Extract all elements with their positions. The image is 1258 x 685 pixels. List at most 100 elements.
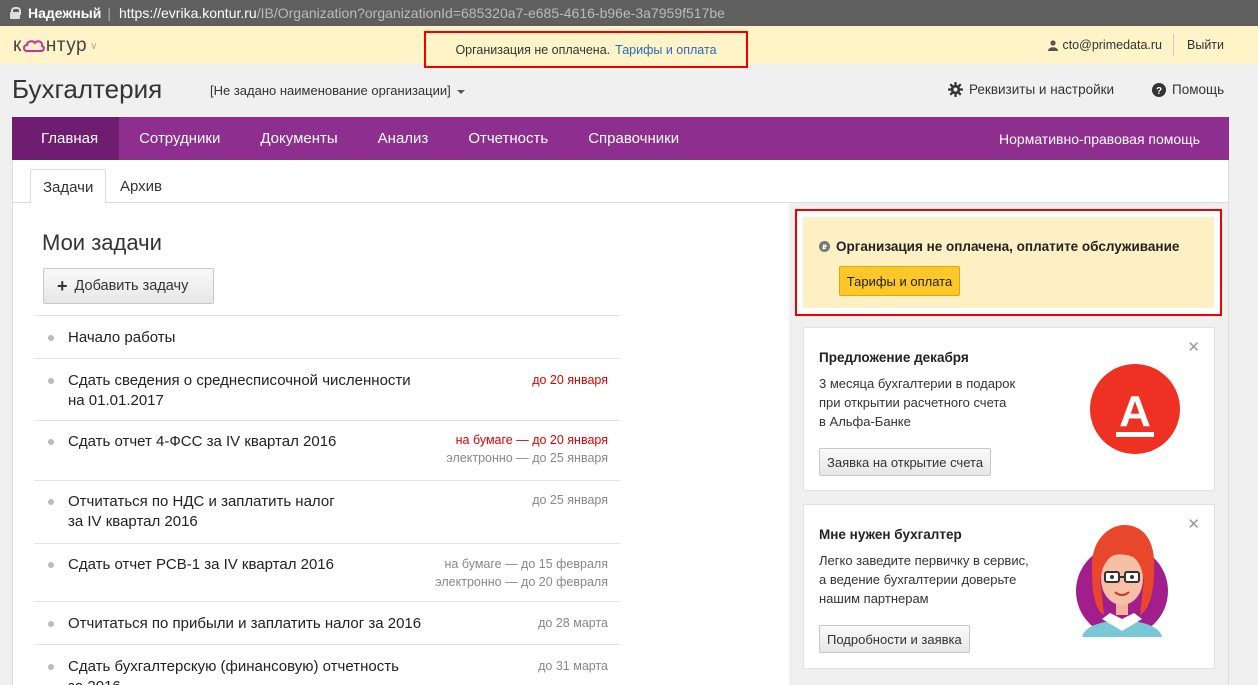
banner-text: Организация не оплачена. [455,42,611,57]
nav-item-references[interactable]: Справочники [568,117,699,160]
caret-down-icon [456,89,465,94]
task-due: до 28 марта [538,614,608,632]
help-label: Помощь [1172,82,1225,97]
bullet-icon [48,499,54,505]
task-item[interactable]: Отчитаться по прибыли и заплатить налог … [34,601,620,644]
task-title[interactable]: Сдать бухгалтерскую (финансовую) отчетно… [68,657,399,677]
chevron-down-icon[interactable]: ∨ [90,41,98,52]
nav-item-legal-help[interactable]: Нормативно-правовая помощь [999,131,1229,147]
logo-suffix: нтур [45,35,88,56]
task-item[interactable]: Сдать сведения о среднесписочной численн… [34,358,620,420]
bullet-icon [48,664,54,670]
task-due: до 25 января [532,491,608,509]
subtabs: Задачи Архив [13,160,1228,204]
settings-link[interactable]: Реквизиты и настройки [948,82,1114,97]
task-deadline: до 25 января [532,493,608,507]
nav-item-reports[interactable]: Отчетность [448,117,568,160]
nav-item-analysis[interactable]: Анализ [358,117,449,160]
task-item[interactable]: Отчитаться по НДС и заплатить налог за I… [34,480,620,543]
promo-title: Мне нужен бухгалтер [819,527,962,542]
logout-link[interactable]: Выйти [1187,38,1224,52]
nav-item-documents[interactable]: Документы [240,117,357,160]
add-task-label: Добавить задачу [74,278,189,294]
task-deadline-electronic: электронно — до 25 января [446,451,608,465]
task-due: до 31 марта [538,657,608,675]
kontur-logo[interactable]: к нтур ∨ [13,35,98,57]
task-deadline-electronic: электронно — до 20 февраля [435,575,608,589]
task-due: на бумаге — до 20 января электронно — до… [446,431,608,467]
task-title[interactable]: Отчитаться по НДС и заплатить налог [68,492,335,512]
payment-banner: Организация не оплачена. Тарифы и оплата [424,31,748,68]
close-icon[interactable]: ✕ [1187,515,1200,533]
promo-card-alfa: Предложение декабря 3 месяца бухгалтерии… [803,327,1215,491]
banner-tariffs-link[interactable]: Тарифы и оплата [615,43,716,57]
top-strip: к нтур ∨ Организация не оплачена. Тарифы… [0,26,1258,68]
tab-tasks[interactable]: Задачи [30,169,107,204]
close-icon[interactable]: ✕ [1187,338,1200,356]
url-path[interactable]: /IB/Organization?organizationId=685320a7… [257,5,725,21]
help-link[interactable]: ? Помощь [1152,82,1224,97]
bullet-icon [48,378,54,384]
open-account-button[interactable]: Заявка на открытие счета [819,448,992,476]
task-title[interactable]: Сдать отчет 4-ФСС за IV квартал 2016 [68,432,336,452]
promo-text-line: а ведение бухгалтерии доверьте [819,572,1017,587]
task-deadline: до 20 января [532,373,608,387]
task-deadline-paper: на бумаге — до 15 февраля [444,557,609,571]
promo-text-line: 3 месяца бухгалтерии в подарок [819,376,1016,391]
browser-address-bar[interactable]: Надежный | https://evrika.kontur.ru /IB/… [0,0,1258,26]
task-title-line2[interactable]: за IV квартал 2016 [68,512,198,532]
task-title-line2[interactable]: за 2016 [68,677,121,685]
notice-title-text: Организация не оплачена, оплатите обслуж… [836,239,1180,254]
promo-text-line: нашим партнерам [819,591,929,606]
user-icon [1048,39,1059,51]
promo-text-line: при открытии расчетного счета [819,395,1007,410]
plus-icon: + [57,276,68,296]
task-item[interactable]: Сдать отчет 4-ФСС за IV квартал 2016 на … [34,420,620,480]
address-separator: | [107,5,111,21]
svg-text:₽: ₽ [822,242,827,251]
promo-text: Легко заведите первичку в сервис, а веде… [819,551,1029,608]
app-title: Бухгалтерия [12,74,163,104]
bullet-icon [48,335,54,341]
task-item[interactable]: Начало работы [34,315,620,358]
nav-item-main[interactable]: Главная [12,117,120,160]
task-due: до 20 января [532,371,608,389]
details-request-button[interactable]: Подробности и заявка [819,625,970,653]
task-title[interactable]: Отчитаться по прибыли и заплатить налог … [68,614,421,634]
secure-label: Надежный [28,5,102,21]
logo-prefix: к [13,35,22,56]
task-deadline-paper: на бумаге — до 20 января [455,433,608,447]
main-nav: Главная Сотрудники Документы Анализ Отче… [12,117,1229,160]
organization-selector[interactable]: [Не задано наименование организации] [210,83,465,98]
alfa-bank-logo-icon: А [1090,364,1180,454]
divider [1173,34,1174,56]
tariffs-button[interactable]: Тарифы и оплата [839,266,960,296]
promo-text: 3 месяца бухгалтерии в подарок при откры… [819,374,1015,431]
user-email: cto@primedata.ru [1062,38,1162,52]
nav-item-employees[interactable]: Сотрудники [119,117,240,160]
lock-icon [10,7,21,19]
alfa-logo-letter: А [1119,387,1151,436]
task-item[interactable]: Сдать бухгалтерскую (финансовую) отчетно… [34,644,620,685]
task-list: Начало работы Сдать сведения о среднеспи… [34,315,620,685]
promo-text-line: Легко заведите первичку в сервис, [819,553,1029,568]
payment-notice: ₽ Организация не оплачена, оплатите обсл… [795,209,1222,316]
tasks-title: Мои задачи [42,230,162,255]
task-title-line2[interactable]: на 01.01.2017 [68,391,164,411]
user-account[interactable]: cto@primedata.ru [1048,38,1162,52]
task-title[interactable]: Сдать сведения о среднесписочной численн… [68,371,411,391]
task-item[interactable]: Сдать отчет РСВ-1 за IV квартал 2016 на … [34,543,620,601]
task-deadline: до 28 марта [538,616,608,630]
task-title[interactable]: Сдать отчет РСВ-1 за IV квартал 2016 [68,555,334,575]
tab-archive[interactable]: Архив [108,169,174,204]
task-deadline: до 31 марта [538,659,608,673]
url-host[interactable]: https://evrika.kontur.ru [119,5,257,21]
add-task-button[interactable]: + Добавить задачу [43,268,214,304]
ruble-circle-icon: ₽ [819,241,830,252]
svg-text:?: ? [1156,86,1162,97]
organization-name: [Не задано наименование организации] [210,83,451,98]
task-title[interactable]: Начало работы [68,328,175,348]
settings-label: Реквизиты и настройки [969,82,1115,97]
question-circle-icon: ? [1152,82,1166,97]
accountant-illustration [1076,525,1168,637]
